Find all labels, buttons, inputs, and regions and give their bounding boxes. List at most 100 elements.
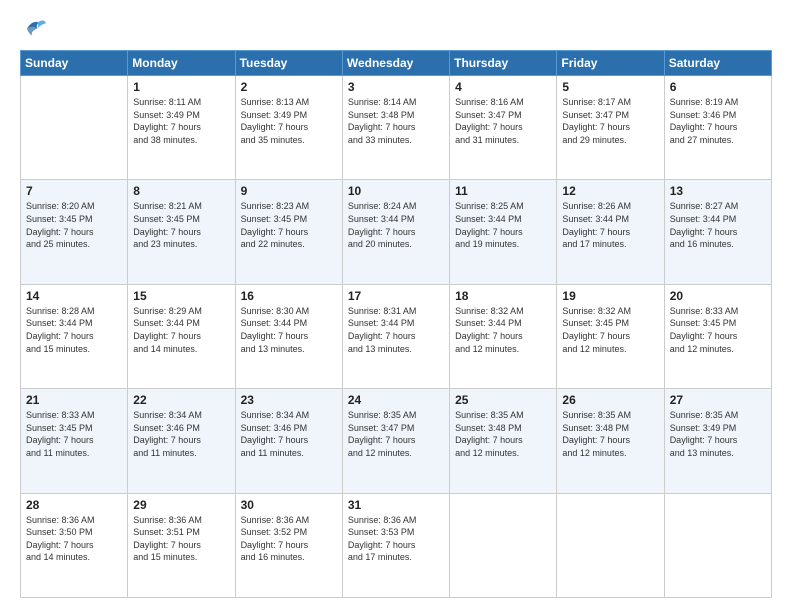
day-info: Sunrise: 8:31 AMSunset: 3:44 PMDaylight:… [348,305,444,355]
day-info: Sunrise: 8:29 AMSunset: 3:44 PMDaylight:… [133,305,229,355]
day-info: Sunrise: 8:33 AMSunset: 3:45 PMDaylight:… [26,409,122,459]
day-number: 17 [348,289,444,303]
calendar-header-thursday: Thursday [450,51,557,76]
calendar-table: SundayMondayTuesdayWednesdayThursdayFrid… [20,50,772,598]
day-number: 11 [455,184,551,198]
day-info: Sunrise: 8:35 AMSunset: 3:47 PMDaylight:… [348,409,444,459]
day-info: Sunrise: 8:34 AMSunset: 3:46 PMDaylight:… [133,409,229,459]
calendar-week-row: 21 Sunrise: 8:33 AMSunset: 3:45 PMDayligh… [21,389,772,493]
calendar-header-friday: Friday [557,51,664,76]
day-number: 31 [348,498,444,512]
calendar-cell: 7 Sunrise: 8:20 AMSunset: 3:45 PMDaylight… [21,180,128,284]
day-info: Sunrise: 8:20 AMSunset: 3:45 PMDaylight:… [26,200,122,250]
calendar-cell: 3Sunrise: 8:14 AMSunset: 3:48 PMDaylight… [342,76,449,180]
calendar-cell: 2Sunrise: 8:13 AMSunset: 3:49 PMDaylight… [235,76,342,180]
day-number: 21 [26,393,122,407]
calendar-cell: 23 Sunrise: 8:34 AMSunset: 3:46 PMDayligh… [235,389,342,493]
calendar-cell [21,76,128,180]
calendar-cell: 12 Sunrise: 8:26 AMSunset: 3:44 PMDayligh… [557,180,664,284]
day-info: Sunrise: 8:36 AMSunset: 3:50 PMDaylight:… [26,514,122,564]
day-number: 23 [241,393,337,407]
calendar-header-wednesday: Wednesday [342,51,449,76]
day-number: 13 [670,184,766,198]
day-number: 25 [455,393,551,407]
calendar-cell: 18Sunrise: 8:32 AMSunset: 3:44 PMDayligh… [450,284,557,388]
day-number: 19 [562,289,658,303]
day-number: 1 [133,80,229,94]
calendar-cell: 25 Sunrise: 8:35 AMSunset: 3:48 PMDayligh… [450,389,557,493]
day-number: 12 [562,184,658,198]
logo [20,18,50,40]
day-number: 20 [670,289,766,303]
day-info: Sunrise: 8:19 AMSunset: 3:46 PMDaylight:… [670,96,766,146]
day-number: 22 [133,393,229,407]
calendar-cell: 16 Sunrise: 8:30 AMSunset: 3:44 PMDayligh… [235,284,342,388]
day-number: 29 [133,498,229,512]
calendar-cell: 5 Sunrise: 8:17 AMSunset: 3:47 PMDaylight… [557,76,664,180]
day-info: Sunrise: 8:16 AMSunset: 3:47 PMDaylight:… [455,96,551,146]
calendar-cell: 21 Sunrise: 8:33 AMSunset: 3:45 PMDayligh… [21,389,128,493]
day-info: Sunrise: 8:30 AMSunset: 3:44 PMDaylight:… [241,305,337,355]
calendar-week-row: 14 Sunrise: 8:28 AMSunset: 3:44 PMDayligh… [21,284,772,388]
day-info: Sunrise: 8:24 AMSunset: 3:44 PMDaylight:… [348,200,444,250]
day-info: Sunrise: 8:25 AMSunset: 3:44 PMDaylight:… [455,200,551,250]
day-info: Sunrise: 8:28 AMSunset: 3:44 PMDaylight:… [26,305,122,355]
day-number: 5 [562,80,658,94]
day-info: Sunrise: 8:34 AMSunset: 3:46 PMDaylight:… [241,409,337,459]
day-number: 6 [670,80,766,94]
day-number: 15 [133,289,229,303]
day-info: Sunrise: 8:33 AMSunset: 3:45 PMDaylight:… [670,305,766,355]
day-number: 28 [26,498,122,512]
day-info: Sunrise: 8:17 AMSunset: 3:47 PMDaylight:… [562,96,658,146]
day-number: 4 [455,80,551,94]
calendar-cell: 22 Sunrise: 8:34 AMSunset: 3:46 PMDayligh… [128,389,235,493]
day-info: Sunrise: 8:36 AMSunset: 3:53 PMDaylight:… [348,514,444,564]
day-info: Sunrise: 8:27 AMSunset: 3:44 PMDaylight:… [670,200,766,250]
calendar-cell: 28 Sunrise: 8:36 AMSunset: 3:50 PMDayligh… [21,493,128,597]
day-info: Sunrise: 8:35 AMSunset: 3:48 PMDaylight:… [562,409,658,459]
calendar-cell: 29Sunrise: 8:36 AMSunset: 3:51 PMDayligh… [128,493,235,597]
calendar-cell: 17 Sunrise: 8:31 AMSunset: 3:44 PMDayligh… [342,284,449,388]
day-number: 9 [241,184,337,198]
calendar-cell: 24Sunrise: 8:35 AMSunset: 3:47 PMDayligh… [342,389,449,493]
calendar-cell: 30Sunrise: 8:36 AMSunset: 3:52 PMDayligh… [235,493,342,597]
calendar-week-row: 1 Sunrise: 8:11 AMSunset: 3:49 PMDaylight… [21,76,772,180]
day-number: 26 [562,393,658,407]
day-info: Sunrise: 8:26 AMSunset: 3:44 PMDaylight:… [562,200,658,250]
calendar-cell [557,493,664,597]
day-number: 14 [26,289,122,303]
calendar-cell: 26 Sunrise: 8:35 AMSunset: 3:48 PMDayligh… [557,389,664,493]
calendar-cell: 14 Sunrise: 8:28 AMSunset: 3:44 PMDayligh… [21,284,128,388]
day-info: Sunrise: 8:23 AMSunset: 3:45 PMDaylight:… [241,200,337,250]
calendar-cell: 9 Sunrise: 8:23 AMSunset: 3:45 PMDaylight… [235,180,342,284]
day-info: Sunrise: 8:32 AMSunset: 3:44 PMDaylight:… [455,305,551,355]
header [20,18,772,40]
day-info: Sunrise: 8:13 AMSunset: 3:49 PMDaylight:… [241,96,337,146]
day-info: Sunrise: 8:35 AMSunset: 3:48 PMDaylight:… [455,409,551,459]
day-number: 16 [241,289,337,303]
calendar-cell: 10 Sunrise: 8:24 AMSunset: 3:44 PMDayligh… [342,180,449,284]
day-number: 30 [241,498,337,512]
day-number: 7 [26,184,122,198]
calendar-cell: 11 Sunrise: 8:25 AMSunset: 3:44 PMDayligh… [450,180,557,284]
calendar-week-row: 28 Sunrise: 8:36 AMSunset: 3:50 PMDayligh… [21,493,772,597]
calendar-header-tuesday: Tuesday [235,51,342,76]
day-info: Sunrise: 8:14 AMSunset: 3:48 PMDaylight:… [348,96,444,146]
calendar-cell: 27 Sunrise: 8:35 AMSunset: 3:49 PMDayligh… [664,389,771,493]
day-info: Sunrise: 8:32 AMSunset: 3:45 PMDaylight:… [562,305,658,355]
calendar-cell: 1 Sunrise: 8:11 AMSunset: 3:49 PMDaylight… [128,76,235,180]
day-number: 8 [133,184,229,198]
calendar-cell: 13 Sunrise: 8:27 AMSunset: 3:44 PMDayligh… [664,180,771,284]
day-number: 10 [348,184,444,198]
calendar-header-monday: Monday [128,51,235,76]
day-info: Sunrise: 8:35 AMSunset: 3:49 PMDaylight:… [670,409,766,459]
day-number: 27 [670,393,766,407]
calendar-cell: 20 Sunrise: 8:33 AMSunset: 3:45 PMDayligh… [664,284,771,388]
day-info: Sunrise: 8:11 AMSunset: 3:49 PMDaylight:… [133,96,229,146]
calendar-cell: 6 Sunrise: 8:19 AMSunset: 3:46 PMDaylight… [664,76,771,180]
calendar-header-saturday: Saturday [664,51,771,76]
calendar-cell: 19 Sunrise: 8:32 AMSunset: 3:45 PMDayligh… [557,284,664,388]
page: SundayMondayTuesdayWednesdayThursdayFrid… [0,0,792,612]
calendar-cell: 31 Sunrise: 8:36 AMSunset: 3:53 PMDayligh… [342,493,449,597]
logo-icon [20,18,46,40]
